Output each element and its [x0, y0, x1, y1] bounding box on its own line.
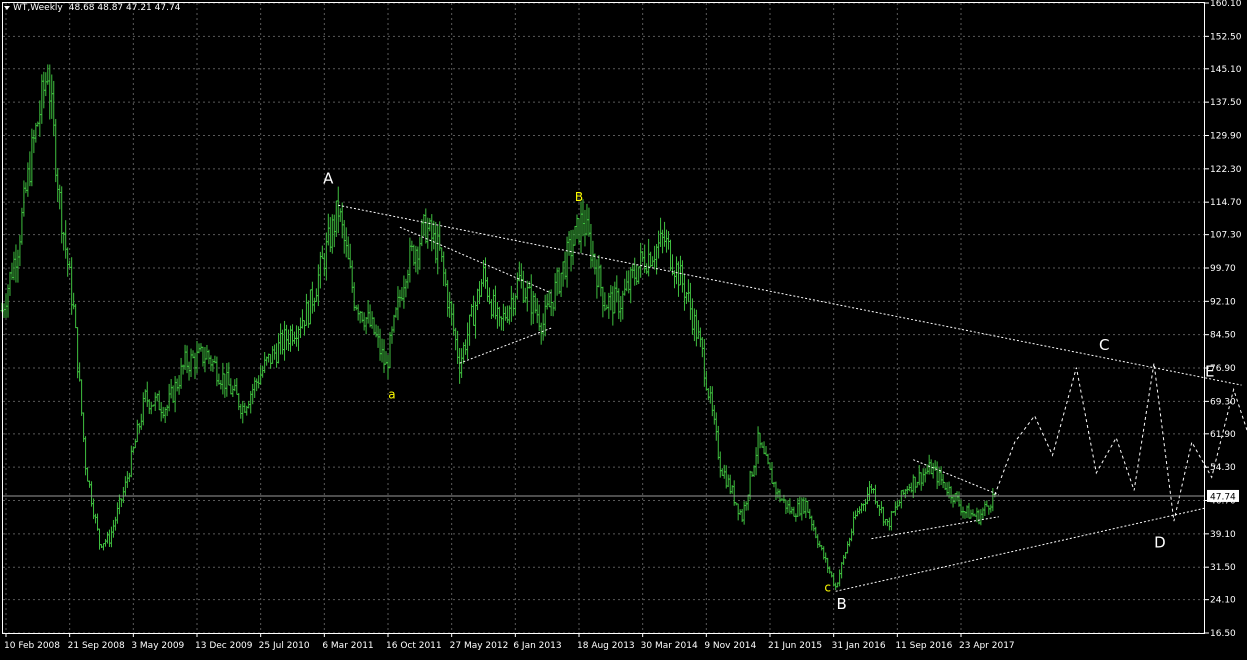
dropdown-triangle-icon[interactable] [4, 6, 10, 10]
wave-label: B [575, 190, 583, 204]
time-tick-label: 21 Jun 2015 [768, 641, 822, 651]
time-tick-label: 16 Oct 2011 [386, 641, 442, 651]
price-tick-label: 61.90 [1210, 430, 1236, 440]
price-tick-label: 122.30 [1210, 165, 1242, 175]
time-tick-label: 9 Nov 2014 [704, 641, 756, 651]
price-tick-label: 99.70 [1210, 264, 1236, 274]
chart-background [0, 0, 1247, 656]
wave-label: A [323, 169, 334, 187]
price-tick-label: 129.90 [1210, 131, 1242, 141]
price-tick-label: 16.50 [1210, 629, 1236, 639]
price-tick-label: 39.10 [1210, 530, 1236, 540]
time-tick-label: 11 Sep 2016 [895, 641, 952, 651]
time-tick-label: 6 Jan 2013 [513, 641, 561, 651]
wave-label: a [388, 387, 395, 401]
price-tick-label: 92.10 [1210, 297, 1236, 307]
time-tick-label: 31 Jan 2016 [832, 641, 886, 651]
price-tick-label: 24.10 [1210, 596, 1236, 606]
time-tick-label: 6 Mar 2011 [322, 641, 373, 651]
time-tick-label: 18 Aug 2013 [577, 641, 635, 651]
time-tick-label: 23 Apr 2017 [959, 641, 1015, 651]
price-tick-label: 114.70 [1210, 198, 1242, 208]
wave-label: c [824, 580, 831, 594]
price-chart: AaBcBCDE 160.10152.50145.10137.50129.901… [0, 0, 1247, 656]
time-tick-label: 30 Mar 2014 [641, 641, 698, 651]
price-tick-label: 107.30 [1210, 231, 1242, 241]
symbol-label: WT,Weekly [13, 3, 63, 13]
price-tick-label: 160.10 [1210, 0, 1242, 9]
price-tick-label: 152.50 [1210, 32, 1242, 42]
price-tick-label: 76.90 [1210, 364, 1236, 374]
price-tick-label: 84.50 [1210, 331, 1236, 341]
price-tick-label: 31.50 [1210, 563, 1236, 573]
price-tick-label: 137.50 [1210, 98, 1242, 108]
time-tick-label: 10 Feb 2008 [4, 641, 60, 651]
price-tick-label: 69.30 [1210, 397, 1236, 407]
price-tag-label: 47.74 [1210, 492, 1236, 502]
wave-label: D [1154, 533, 1166, 551]
price-tick-label: 145.10 [1210, 65, 1242, 75]
time-tick-label: 25 Jul 2010 [259, 641, 310, 651]
wave-label: B [836, 595, 846, 613]
time-tick-label: 13 Dec 2009 [195, 641, 253, 651]
time-tick-label: 27 May 2012 [450, 641, 509, 651]
chart-header: WT,Weekly 48.68 48.87 47.21 47.74 [4, 3, 180, 13]
time-tick-label: 3 May 2009 [131, 641, 184, 651]
ohlc-readout: 48.68 48.87 47.21 47.74 [68, 3, 181, 13]
chart-area: AaBcBCDE 160.10 152.50 145.10 137.50 129.90 1… [0, 0, 1247, 656]
time-tick-label: 21 Sep 2008 [68, 641, 125, 651]
price-tick-label: 54.30 [1210, 463, 1236, 473]
wave-label: C [1099, 336, 1109, 354]
